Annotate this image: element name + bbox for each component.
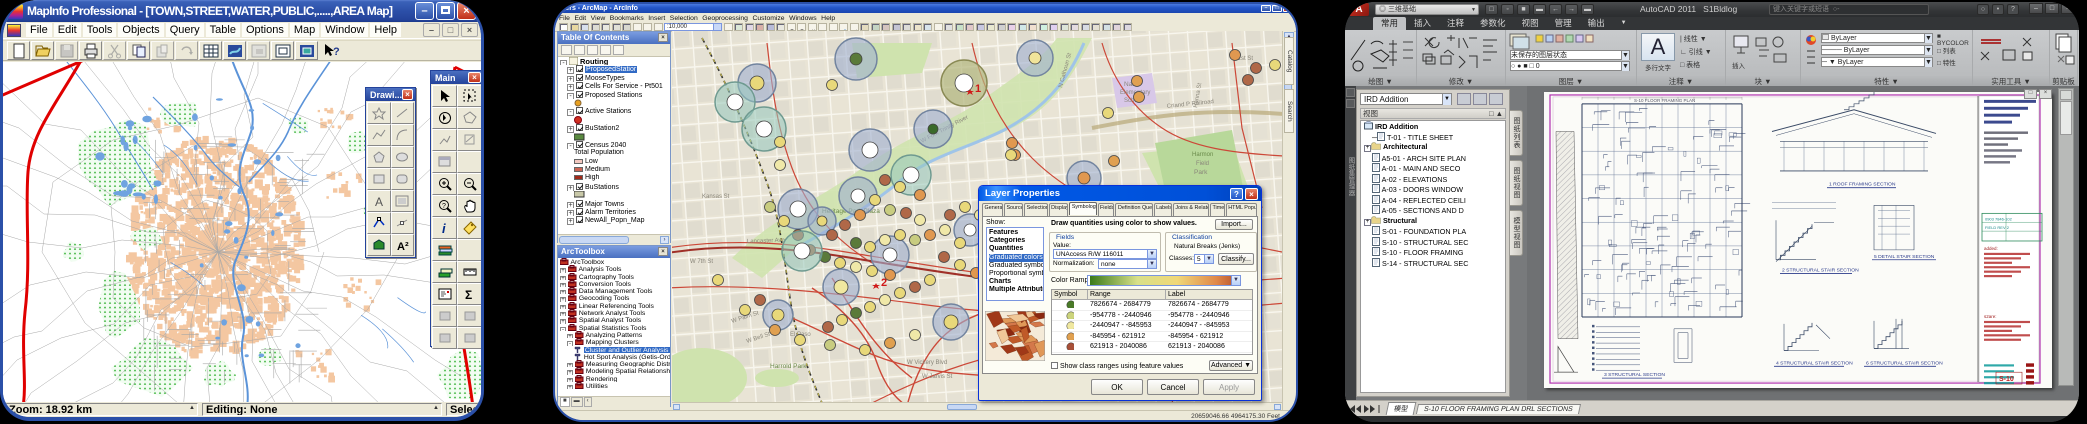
svg-text:6 STRUCTURAL STAIR SECTION: 6 STRUCTURAL STAIR SECTION xyxy=(1866,360,1943,366)
svg-text:1 ROOF FRAMING SECTION: 1 ROOF FRAMING SECTION xyxy=(1829,182,1896,188)
svg-text:5 DETAIL STAIR SECTION: 5 DETAIL STAIR SECTION xyxy=(1874,254,1935,260)
svg-text:i: i xyxy=(442,221,446,236)
svg-text:4 STRUCTURAL STAIR SECTION: 4 STRUCTURAL STAIR SECTION xyxy=(1776,360,1853,366)
svg-text:W Vickery Blvd: W Vickery Blvd xyxy=(907,360,947,366)
svg-text:Field: Field xyxy=(1196,161,1209,167)
svg-text:S-10: S-10 xyxy=(1999,376,2014,383)
svg-text:0903 7846-102: 0903 7846-102 xyxy=(1985,216,2012,221)
svg-text:Kansas St: Kansas St xyxy=(702,194,730,200)
svg-text:added:: added: xyxy=(1984,246,1998,251)
svg-text:Park: Park xyxy=(1194,169,1208,176)
svg-text:FIELD REV 2: FIELD REV 2 xyxy=(1985,225,2009,230)
svg-text:A²: A² xyxy=(397,241,409,253)
svg-text:2: 2 xyxy=(881,277,887,289)
svg-text:A: A xyxy=(375,195,383,209)
svg-text:?: ? xyxy=(333,46,340,58)
svg-text:?: ? xyxy=(442,203,446,210)
svg-text:W 7th St: W 7th St xyxy=(690,259,713,265)
svg-text:Harrold Park: Harrold Park xyxy=(770,363,807,370)
svg-text:S-10 FLOOR FRAMING PLAN: S-10 FLOOR FRAMING PLAN xyxy=(1634,98,1695,103)
svg-text:2 STRUCTURAL STAIR SECTION: 2 STRUCTURAL STAIR SECTION xyxy=(1782,268,1859,274)
svg-text:3 STRUCTURAL SECTION: 3 STRUCTURAL SECTION xyxy=(1604,372,1665,378)
svg-text:Harmon: Harmon xyxy=(1192,152,1213,158)
svg-text:W Jarvis St: W Jarvis St xyxy=(922,374,953,380)
svg-text:1: 1 xyxy=(975,83,981,95)
svg-text:s2are:: s2are: xyxy=(1984,314,1997,319)
svg-text:Σ: Σ xyxy=(465,288,472,302)
